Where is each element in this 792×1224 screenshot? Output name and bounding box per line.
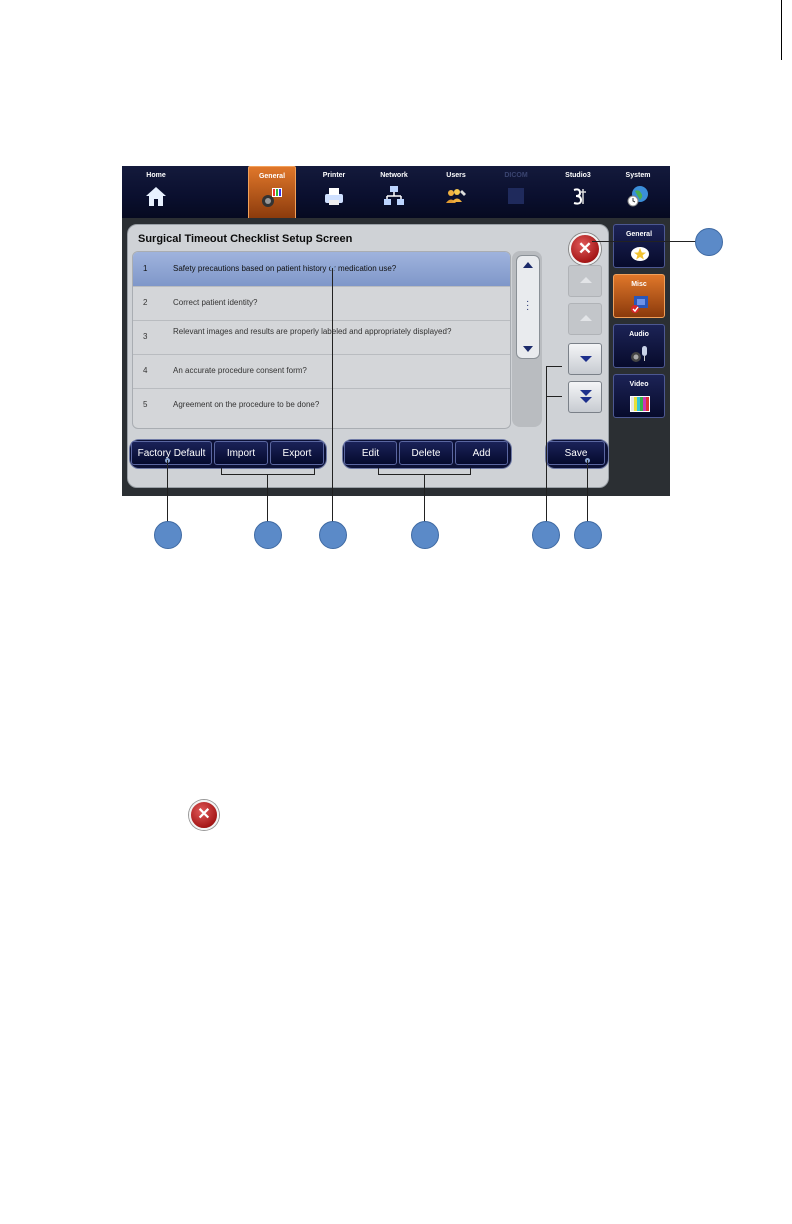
leader-line: [332, 268, 333, 522]
general-settings-icon: [262, 188, 282, 207]
tab-label: Video: [629, 381, 649, 388]
import-button[interactable]: Import: [214, 441, 268, 465]
delete-button[interactable]: Delete: [399, 441, 453, 465]
double-up-arrow-icon: [580, 277, 592, 283]
nav-label: DICOM: [504, 172, 528, 179]
leader-line: [546, 366, 562, 367]
callout-circle: [695, 228, 723, 256]
leader-line: [221, 474, 315, 475]
dicom-icon: [508, 188, 524, 204]
scroll-dots-icon: · · ·: [526, 296, 530, 315]
checklist-panel: Surgical Timeout Checklist Setup Screen …: [127, 224, 609, 488]
nav-printer[interactable]: Printer: [306, 166, 362, 218]
list-item[interactable]: 5 Agreement on the procedure to be done?: [133, 388, 510, 422]
network-icon: [384, 186, 404, 205]
callout-circle: [319, 521, 347, 549]
move-to-top-button[interactable]: [568, 265, 602, 297]
printer-icon: [325, 188, 343, 205]
leader-line: [267, 474, 268, 522]
nav-users[interactable]: Users: [428, 166, 484, 218]
close-button[interactable]: ✕: [569, 233, 601, 265]
callout-circle: [411, 521, 439, 549]
studio3-icon: [573, 188, 586, 205]
callout-circle: [154, 521, 182, 549]
scroll-thumb[interactable]: · · ·: [516, 255, 540, 359]
callout-circle: [532, 521, 560, 549]
tab-label: General: [625, 231, 653, 238]
scroll-up-icon: [523, 262, 533, 268]
callout-circle: [254, 521, 282, 549]
page-title: Surgical Timeout Checklist Setup Screen: [138, 233, 353, 245]
nav-studio3[interactable]: Studio3: [550, 166, 606, 218]
item-number: 2: [143, 298, 148, 307]
leader-line: [546, 366, 547, 522]
scroll-down-icon: [523, 346, 533, 352]
checklist-icon: [631, 296, 648, 313]
checklist-list: 1 Safety precautions based on patient hi…: [132, 251, 511, 429]
up-arrow-icon: [580, 315, 592, 321]
callout-circle: [574, 521, 602, 549]
system-globe-icon: [627, 186, 648, 207]
nav-general[interactable]: General: [248, 166, 296, 220]
item-text: Relevant images and results are properly…: [173, 327, 452, 336]
nav-label: System: [625, 172, 651, 179]
nav-network[interactable]: Network: [366, 166, 422, 218]
tab-label: Misc: [631, 281, 647, 288]
leader-line: [167, 460, 168, 522]
leader-line: [592, 241, 696, 242]
nav-dicom[interactable]: DICOM: [488, 166, 544, 218]
microphone-icon: [631, 346, 647, 362]
item-text: Agreement on the procedure to be done?: [173, 400, 320, 409]
home-icon: [146, 187, 166, 206]
tab-audio[interactable]: Audio: [613, 324, 665, 368]
list-item[interactable]: 3 Relevant images and results are proper…: [133, 320, 510, 355]
nav-home[interactable]: Home: [128, 166, 184, 218]
nav-label: Users: [446, 172, 466, 179]
edit-button[interactable]: Edit: [344, 441, 397, 465]
item-text: Safety precautions based on patient hist…: [173, 264, 397, 273]
nav-system[interactable]: System: [610, 166, 666, 218]
close-icon: ✕: [189, 800, 219, 830]
move-up-button[interactable]: [568, 303, 602, 335]
nav-label: Network: [380, 172, 408, 179]
item-text: An accurate procedure consent form?: [173, 366, 307, 375]
star-icon: [631, 247, 649, 261]
nav-label: General: [258, 173, 286, 180]
move-down-button[interactable]: [568, 343, 602, 375]
item-number: 3: [143, 332, 148, 341]
list-item[interactable]: 2 Correct patient identity?: [133, 286, 510, 321]
tab-video[interactable]: Video: [613, 374, 665, 418]
page-trim-line: [781, 0, 782, 60]
content-area: Surgical Timeout Checklist Setup Screen …: [122, 218, 670, 496]
top-nav-bar: Home General Printer Network Users DICOM…: [122, 166, 670, 220]
users-icon: [446, 189, 466, 203]
leader-line: [424, 474, 425, 522]
export-button[interactable]: Export: [270, 441, 324, 465]
list-item[interactable]: 1 Safety precautions based on patient hi…: [133, 252, 510, 287]
tab-misc[interactable]: Misc: [613, 274, 665, 318]
save-button[interactable]: Save: [547, 441, 605, 465]
tab-label: Audio: [629, 331, 649, 338]
add-button[interactable]: Add: [455, 441, 508, 465]
checklist-setup-screenshot: Home General Printer Network Users DICOM…: [122, 166, 670, 496]
down-arrow-icon: [580, 356, 592, 362]
nav-label: Studio3: [565, 172, 591, 179]
item-number: 4: [143, 366, 148, 375]
list-item[interactable]: 4 An accurate procedure consent form?: [133, 354, 510, 389]
item-number: 1: [143, 264, 148, 273]
item-text: Correct patient identity?: [173, 298, 258, 307]
move-to-bottom-button[interactable]: [568, 381, 602, 413]
factory-default-button[interactable]: Factory Default: [131, 441, 212, 465]
double-down-arrow-icon: [580, 390, 592, 396]
nav-label: Home: [146, 172, 166, 179]
color-bars-icon: [630, 396, 650, 412]
leader-line: [587, 460, 588, 522]
tab-general[interactable]: General: [613, 224, 665, 268]
nav-label: Printer: [322, 172, 346, 179]
item-number: 5: [143, 400, 148, 409]
leader-line: [546, 396, 562, 397]
